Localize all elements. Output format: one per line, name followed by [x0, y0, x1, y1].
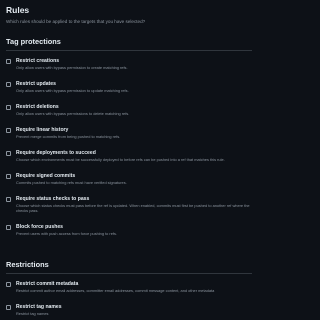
section-title-tag-protections: Tag protections — [6, 37, 252, 51]
restrict-tag-names-checkbox[interactable] — [6, 305, 11, 310]
restrictions-section: Restrictions Restrict commit metadata Re… — [6, 260, 252, 320]
rule-block-force-pushes: Block force pushes Prevent users with pu… — [6, 224, 252, 240]
rule-title: Restrict deletions — [16, 104, 59, 110]
restrict-updates-checkbox[interactable] — [6, 82, 11, 87]
rule-description: Choose which environments must be succes… — [16, 157, 225, 162]
rules-panel: Rules Which rules should be applied to t… — [6, 4, 252, 320]
rule-title: Require status checks to pass — [16, 196, 90, 202]
rule-restrict-creations: Restrict creations Only allow users with… — [6, 58, 252, 74]
rule-require-linear-history: Require linear history Prevent merge com… — [6, 127, 252, 143]
rule-restrict-commit-metadata: Restrict commit metadata Restrict commit… — [6, 281, 252, 297]
rule-require-signed-commits: Require signed commits Commits pushed to… — [6, 173, 252, 189]
restrict-deletions-checkbox[interactable] — [6, 105, 11, 110]
rule-require-status-checks: Require status checks to pass Choose whi… — [6, 196, 252, 217]
rule-description: Restrict tag names — [16, 311, 49, 316]
restrict-creations-checkbox[interactable] — [6, 59, 11, 64]
rule-description: Only allow users with bypass permission … — [16, 88, 129, 93]
block-force-pushes-checkbox[interactable] — [6, 225, 11, 230]
rule-restrict-tag-names: Restrict tag names Restrict tag names — [6, 304, 252, 320]
rule-title: Restrict updates — [16, 81, 56, 87]
rule-title: Restrict commit metadata — [16, 281, 79, 287]
require-deployments-checkbox[interactable] — [6, 151, 11, 156]
tag-protections-section: Tag protections Restrict creations Only … — [6, 37, 252, 253]
section-title-restrictions: Restrictions — [6, 260, 252, 274]
rule-description: Only allow users with bypass permission … — [16, 65, 128, 70]
rule-title: Restrict tag names — [16, 304, 62, 310]
rule-description: Only allow users with bypass permissions… — [16, 111, 130, 116]
require-status-checks-checkbox[interactable] — [6, 197, 11, 202]
page-title: Rules — [6, 5, 30, 15]
rule-restrict-updates: Restrict updates Only allow users with b… — [6, 81, 252, 97]
rule-description: Choose which status checks must pass bef… — [16, 203, 250, 213]
rule-title: Require linear history — [16, 127, 69, 133]
rule-description: Prevent users with push access from forc… — [16, 231, 117, 236]
require-linear-history-checkbox[interactable] — [6, 128, 11, 133]
rule-title: Restrict creations — [16, 58, 60, 64]
rule-require-deployments: Require deployments to succeed Choose wh… — [6, 150, 252, 166]
rule-title: Require deployments to succeed — [16, 150, 96, 156]
require-signed-commits-checkbox[interactable] — [6, 174, 11, 179]
rule-description: Commits pushed to matching refs must hav… — [16, 180, 127, 185]
page-description: Which rules should be applied to the tar… — [6, 19, 146, 24]
rule-title: Block force pushes — [16, 224, 63, 230]
rule-title: Require signed commits — [16, 173, 76, 179]
rule-description: Restrict commit author email addresses, … — [16, 288, 215, 293]
restrict-commit-metadata-checkbox[interactable] — [6, 282, 11, 287]
rule-restrict-deletions: Restrict deletions Only allow users with… — [6, 104, 252, 120]
rule-description: Prevent merge commits from being pushed … — [16, 134, 121, 139]
